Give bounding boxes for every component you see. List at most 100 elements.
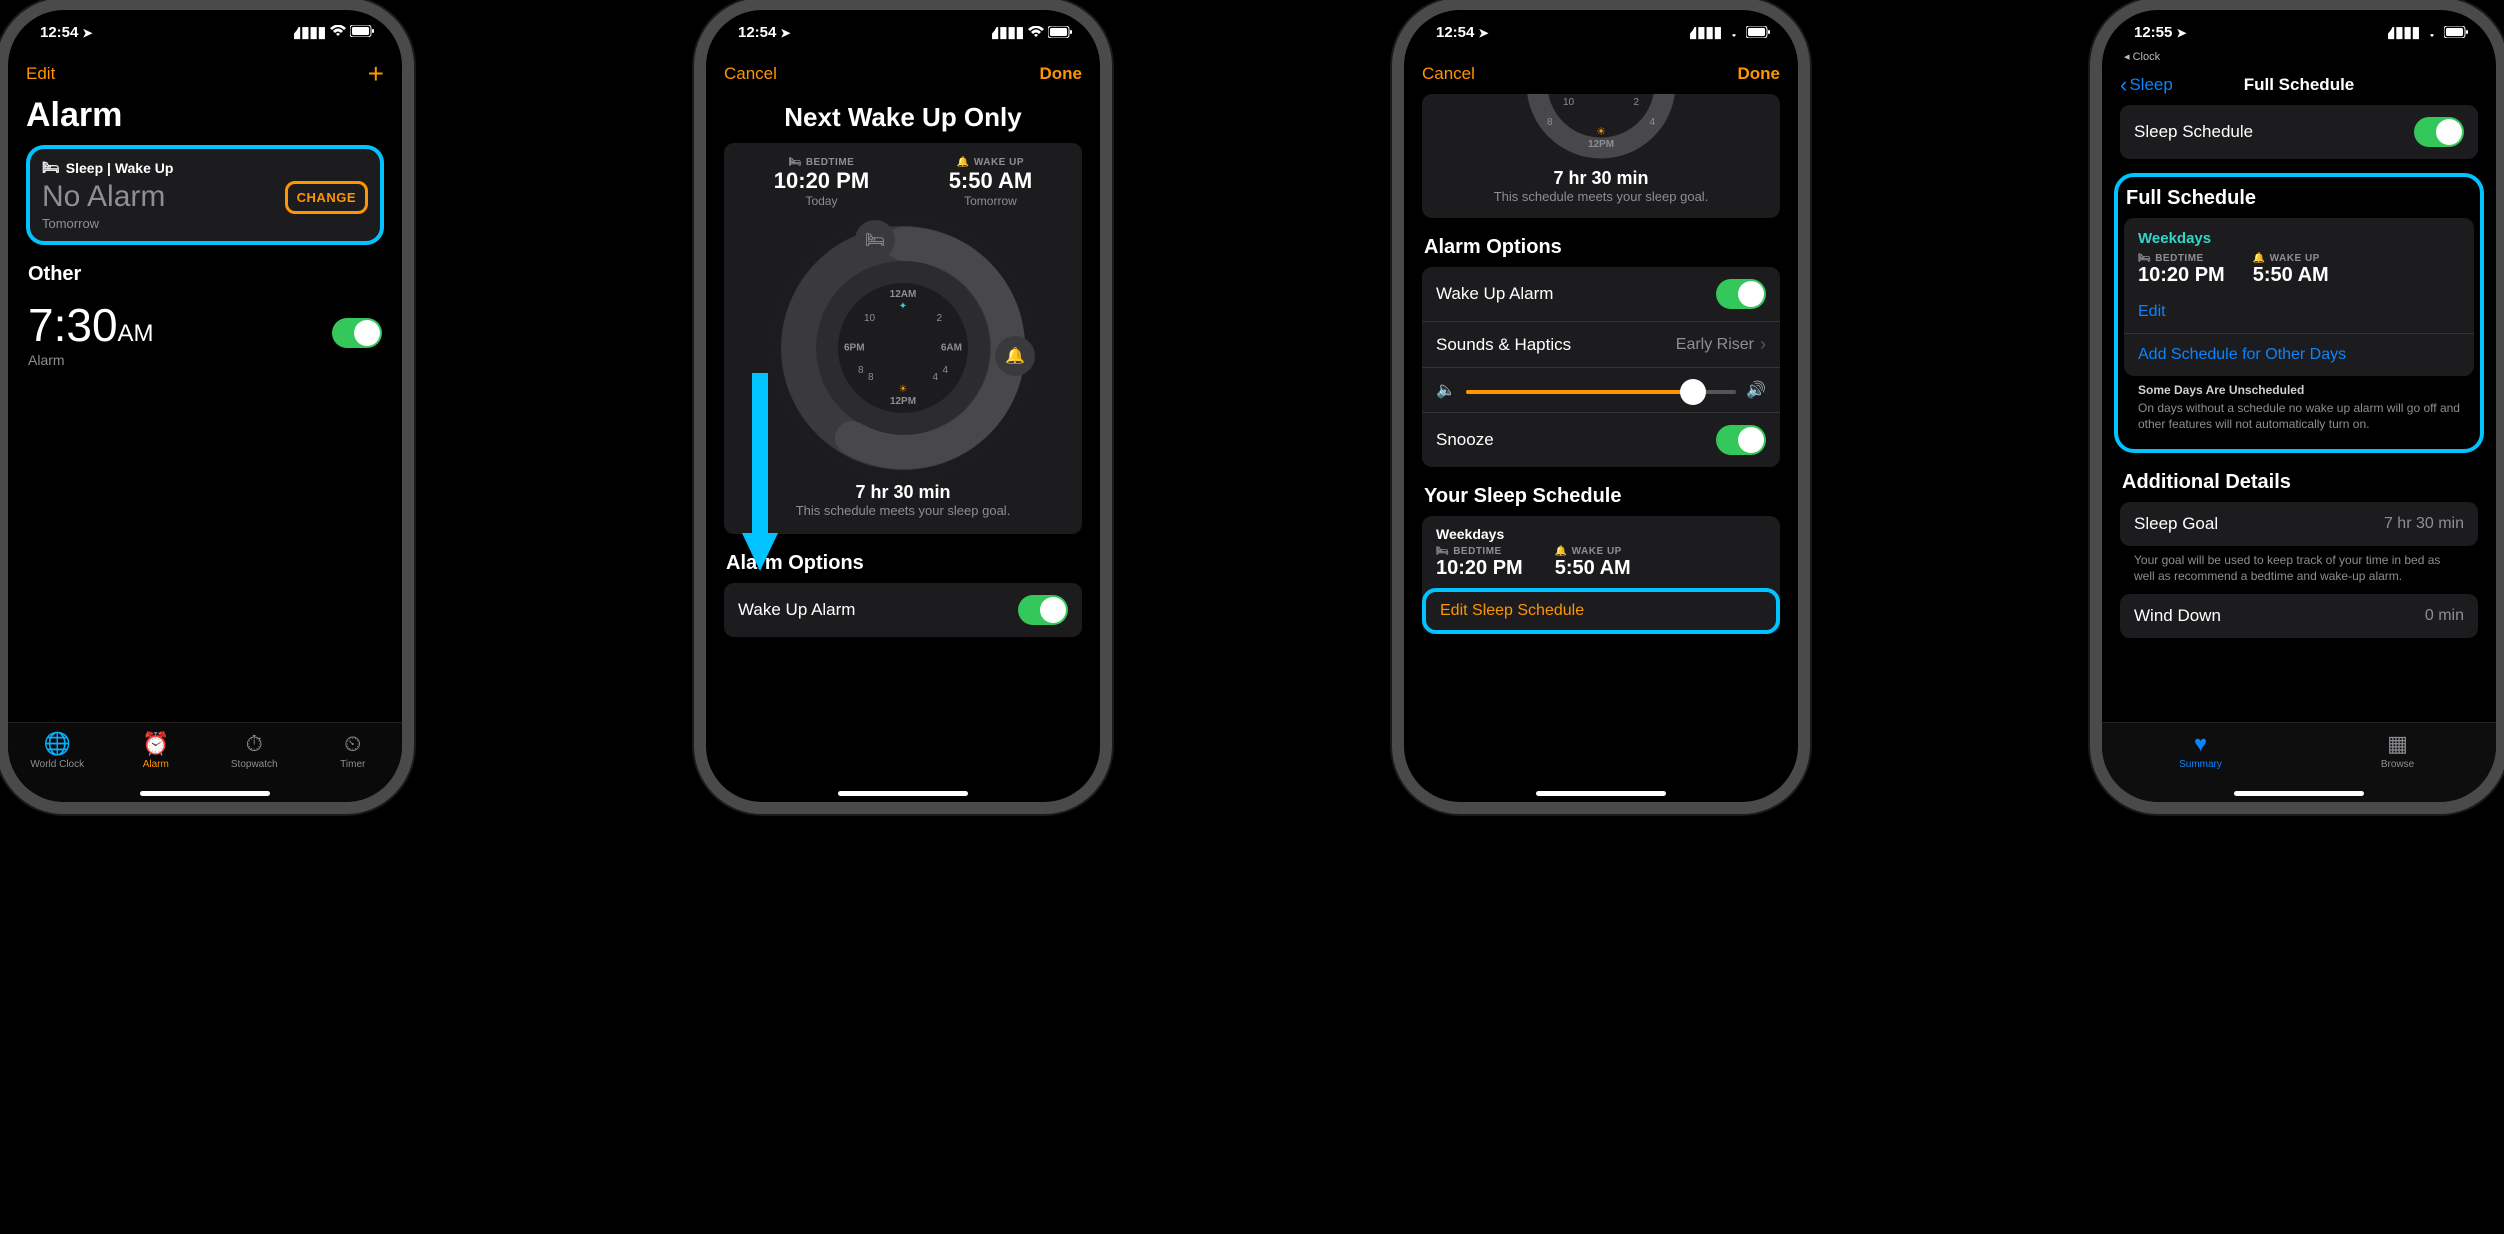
- phone-2-next-wakeup: 12:54 ➤ ▮▮▮▮ Cancel Done Next Wake Up On…: [706, 10, 1100, 802]
- nav-bar: Cancel Done: [1404, 54, 1798, 94]
- alarm-icon: ⏰: [121, 731, 191, 757]
- unscheduled-heading: Some Days Are Unscheduled: [2138, 382, 2460, 398]
- edit-schedule-link[interactable]: Edit: [2124, 291, 2474, 334]
- full-schedule-head: Full Schedule: [2126, 187, 2472, 210]
- notch: [110, 10, 300, 38]
- battery-icon: [350, 24, 374, 41]
- wake-up-alarm-row[interactable]: Wake Up Alarm: [724, 583, 1082, 637]
- tab-browse[interactable]: ▦Browse: [2338, 731, 2458, 770]
- wakeup-value: 5:50 AM: [1555, 557, 1631, 580]
- wake-up-alarm-toggle[interactable]: [1716, 279, 1766, 309]
- add-icon[interactable]: +: [368, 58, 384, 90]
- dial-6am: 6AM: [941, 343, 962, 354]
- volume-slider[interactable]: [1466, 390, 1736, 394]
- snooze-toggle[interactable]: [1716, 425, 1766, 455]
- sleep-schedule-toggle[interactable]: [2414, 117, 2464, 147]
- nav-bar: Edit +: [8, 54, 402, 94]
- chevron-right-icon: ›: [1760, 334, 1766, 355]
- sleep-schedule-row[interactable]: Sleep Schedule: [2120, 105, 2478, 159]
- wakeup-block: 🔔WAKE UP 5:50 AM Tomorrow: [949, 157, 1033, 208]
- phone-1-alarm-list: 12:54 ➤ ▮▮▮▮ Edit + Alarm 🛏 Sleep | Wake…: [8, 10, 402, 802]
- no-alarm-text: No Alarm: [42, 180, 165, 214]
- home-indicator[interactable]: [1536, 791, 1666, 796]
- stopwatch-icon: ⏱: [219, 731, 289, 757]
- home-indicator[interactable]: [140, 791, 270, 796]
- grid-icon: ▦: [2338, 731, 2458, 757]
- dial-12pm: 12PM: [890, 396, 916, 407]
- duration-text: 7 hr 30 min: [734, 482, 1072, 503]
- bedtime-block: 🛏BEDTIME 10:20 PM Today: [774, 157, 869, 208]
- snooze-row[interactable]: Snooze: [1422, 413, 1780, 467]
- bed-icon: 🛏: [789, 157, 802, 168]
- bedtime-sub: Today: [774, 194, 869, 208]
- wake-up-alarm-row[interactable]: Wake Up Alarm: [1422, 267, 1780, 322]
- cancel-button[interactable]: Cancel: [724, 64, 777, 84]
- bed-icon: 🛏: [1436, 546, 1449, 557]
- sleep-header: Sleep | Wake Up: [66, 160, 174, 176]
- bedtime-value: 10:20 PM: [774, 168, 869, 194]
- globe-icon: 🌐: [22, 731, 92, 757]
- nav-bar: Cancel Done: [706, 54, 1100, 94]
- wakeup-handle[interactable]: 🔔: [995, 336, 1035, 376]
- chevron-left-icon: ‹: [2120, 72, 2127, 98]
- bed-icon: 🛏: [2138, 253, 2151, 264]
- home-indicator[interactable]: [838, 791, 968, 796]
- tab-alarm[interactable]: ⏰Alarm: [121, 731, 191, 770]
- wakeup-value: 5:50 AM: [2253, 264, 2329, 287]
- bell-icon: 🔔: [957, 157, 970, 168]
- sleep-goal-value: 7 hr 30 min: [2384, 515, 2464, 533]
- schedule-days: Weekdays: [2138, 230, 2460, 247]
- wind-down-value: 0 min: [2425, 607, 2464, 625]
- change-button[interactable]: CHANGE: [285, 181, 368, 214]
- sleep-goal-row[interactable]: Sleep Goal 7 hr 30 min: [2120, 502, 2478, 546]
- other-alarm-label: Alarm: [28, 352, 154, 368]
- volume-high-icon: 🔊: [1746, 380, 1766, 400]
- back-to-app[interactable]: ◂ Clock: [2102, 50, 2496, 63]
- wakeup-sub: Tomorrow: [949, 194, 1033, 208]
- status-time: 12:54 ➤: [1436, 24, 1489, 41]
- nav-bar: ‹Sleep Full Schedule: [2102, 65, 2496, 105]
- cancel-button[interactable]: Cancel: [1422, 64, 1475, 84]
- sounds-haptics-row[interactable]: Sounds & Haptics Early Riser›: [1422, 322, 1780, 368]
- goal-msg: This schedule meets your sleep goal.: [1432, 189, 1770, 204]
- bed-icon: 🛏: [42, 159, 60, 176]
- other-alarm-time[interactable]: 7:30AM Alarm: [28, 298, 154, 368]
- page-title: Full Schedule: [2244, 75, 2355, 95]
- other-alarm-toggle[interactable]: [332, 318, 382, 348]
- phone-4-full-schedule: 12:55 ➤ ▮▮▮▮ ◂ Clock ‹Sleep Full Schedul…: [2102, 10, 2496, 802]
- unscheduled-body: On days without a schedule no wake up al…: [2138, 400, 2460, 432]
- tab-bar: ♥Summary ▦Browse: [2102, 722, 2496, 802]
- status-time: 12:55 ➤: [2134, 24, 2187, 41]
- back-button[interactable]: ‹Sleep: [2120, 72, 2173, 98]
- edit-button[interactable]: Edit: [26, 64, 55, 84]
- page-title: Alarm: [26, 96, 384, 135]
- tab-world-clock[interactable]: 🌐World Clock: [22, 731, 92, 770]
- dial-peek[interactable]: 12PM ☀ 8 10 2 4: [1471, 94, 1731, 164]
- duration-text: 7 hr 30 min: [1432, 168, 1770, 189]
- sleep-goal-footnote: Your goal will be used to keep track of …: [2120, 546, 2478, 594]
- notch: [808, 10, 998, 38]
- sleep-wake-card[interactable]: 🛏 Sleep | Wake Up No Alarm CHANGE Tomorr…: [26, 145, 384, 245]
- tab-timer[interactable]: ⏲Timer: [318, 731, 388, 770]
- add-schedule-link[interactable]: Add Schedule for Other Days: [2124, 334, 2474, 376]
- tab-summary[interactable]: ♥Summary: [2141, 731, 2261, 770]
- wind-down-row[interactable]: Wind Down 0 min: [2120, 594, 2478, 638]
- bedtime-handle[interactable]: 🛏: [855, 220, 895, 260]
- goal-msg: This schedule meets your sleep goal.: [734, 503, 1072, 518]
- done-button[interactable]: Done: [1040, 64, 1083, 84]
- sleep-dial[interactable]: 12AM ✦ 6AM 12PM ☀ 6PM 10 2 4 8 4 8 🛏 🔔: [773, 218, 1033, 478]
- notch: [2204, 10, 2394, 38]
- dial-6pm: 6PM: [844, 343, 865, 354]
- tab-stopwatch[interactable]: ⏱Stopwatch: [219, 731, 289, 770]
- volume-slider-row[interactable]: 🔈 🔊: [1422, 368, 1780, 413]
- done-button[interactable]: Done: [1738, 64, 1781, 84]
- edit-sleep-schedule-link[interactable]: Edit Sleep Schedule: [1440, 602, 1584, 619]
- page-title: Next Wake Up Only: [706, 102, 1100, 133]
- sounds-value: Early Riser: [1676, 336, 1754, 354]
- dial-12pm: 12PM: [1588, 139, 1614, 150]
- bedtime-value: 10:20 PM: [2138, 264, 2225, 287]
- phone-3-alarm-options: 12:54 ➤ ▮▮▮▮ Cancel Done 12PM ☀ 8 10 2 4…: [1404, 10, 1798, 802]
- wake-up-alarm-toggle[interactable]: [1018, 595, 1068, 625]
- home-indicator[interactable]: [2234, 791, 2364, 796]
- other-section-head: Other: [28, 263, 382, 286]
